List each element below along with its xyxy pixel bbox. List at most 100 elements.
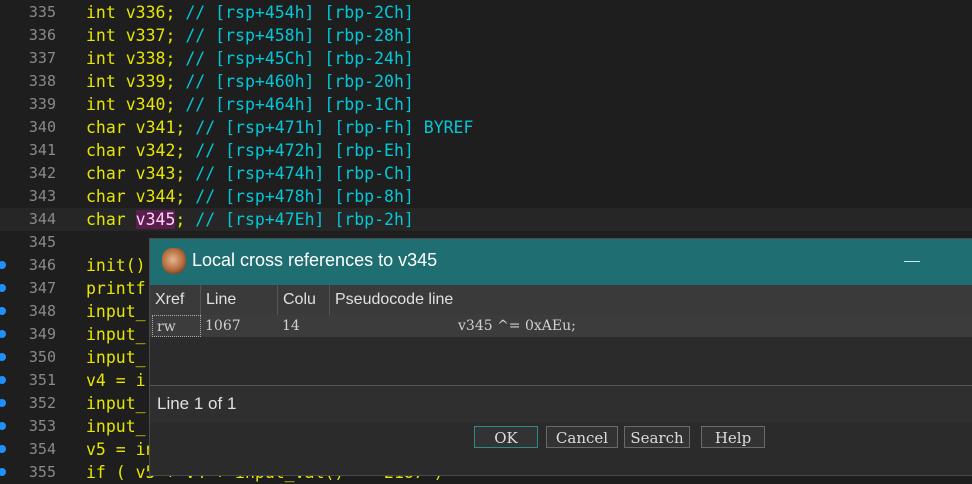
cell-xref: rw [152,315,201,337]
status-text: Line 1 of 1 [157,394,237,413]
code-text[interactable]: int v337; // [rsp+458h] [rbp-28h] [86,24,414,47]
code-text[interactable]: int v336; // [rsp+454h] [rbp-2Ch] [86,1,414,24]
table-header: Xref Line Colu Pseudocode line [150,285,972,315]
code-text[interactable]: int v339; // [rsp+460h] [rbp-20h] [86,70,414,93]
cell-line: 1067 [205,318,241,334]
code-comment: // [rsp+454h] [rbp-2Ch] [185,3,414,22]
code-text[interactable]: input_ [86,415,146,438]
code-line[interactable]: 341 char v342; // [rsp+472h] [rbp-Eh] [0,139,972,162]
cell-column: 14 [282,318,300,334]
minimize-icon[interactable] [904,261,920,262]
code-statement: int v339; [86,72,186,91]
code-statement: input_ [86,325,146,344]
code-statement: init() [86,256,146,275]
line-number: 351 [28,371,56,389]
code-text[interactable]: char v341; // [rsp+471h] [rbp-Fh] BYREF [86,116,473,139]
code-line[interactable]: 340 char v341; // [rsp+471h] [rbp-Fh] BYR… [0,116,972,139]
line-number: 337 [28,49,56,67]
code-line[interactable]: 343 char v344; // [rsp+478h] [rbp-8h] [0,185,972,208]
code-text[interactable]: v4 = i [86,369,146,392]
code-comment: // [rsp+464h] [rbp-1Ch] [185,95,414,114]
code-comment: // [rsp+458h] [rbp-28h] [185,26,414,45]
line-number: 339 [28,95,56,113]
code-text[interactable]: char v342; // [rsp+472h] [rbp-Eh] [86,139,414,162]
column-header-pseudocode[interactable]: Pseudocode line [330,285,972,315]
ida-app-icon [162,248,186,274]
column-header-line[interactable]: Line [201,285,278,315]
code-statement: int v336; [86,3,186,22]
code-line[interactable]: 338 int v339; // [rsp+460h] [rbp-20h] [0,70,972,93]
button-bar: OK Cancel Search Help [150,423,972,475]
code-text[interactable]: char v345; // [rsp+47Eh] [rbp-2h] [86,208,414,231]
line-number: 338 [28,72,56,90]
status-bar: Line 1 of 1 [150,385,972,424]
code-statement: int v338; [86,49,186,68]
code-line[interactable]: 339 int v340; // [rsp+464h] [rbp-1Ch] [0,93,972,116]
code-line[interactable]: 342 char v343; // [rsp+474h] [rbp-Ch] [0,162,972,185]
code-statement: printf [86,279,146,298]
line-number: 336 [28,26,56,44]
dialog-title: Local cross references to v345 [192,250,438,270]
code-text[interactable]: char v343; // [rsp+474h] [rbp-Ch] [86,162,414,185]
line-number: 345 [28,233,56,251]
highlighted-variable[interactable]: v345 [135,210,176,229]
code-line[interactable]: 337 int v338; // [rsp+45Ch] [rbp-24h] [0,47,972,70]
code-statement: int v340; [86,95,186,114]
dialog-titlebar[interactable]: Local cross references to v345 [150,239,972,285]
code-statement: char [86,210,136,229]
code-comment: // [rsp+478h] [rbp-8h] [195,187,414,206]
code-statement: input_ [86,348,146,367]
cancel-button[interactable]: Cancel [546,426,618,448]
line-number: 353 [28,417,56,435]
code-comment: // [rsp+474h] [rbp-Ch] [195,164,414,183]
code-comment: // [rsp+460h] [rbp-20h] [185,72,414,91]
line-number: 335 [28,3,56,21]
code-text[interactable]: int v340; // [rsp+464h] [rbp-1Ch] [86,93,414,116]
line-number: 346 [28,256,56,274]
column-header-column[interactable]: Colu [278,285,330,315]
xref-dialog: Local cross references to v345 Xref Line… [149,238,972,476]
code-comment: // [rsp+45Ch] [rbp-24h] [185,49,414,68]
code-statement: input_ [86,302,146,321]
line-number: 347 [28,279,56,297]
search-button[interactable]: Search [624,426,690,448]
column-header-xref[interactable]: Xref [150,285,201,315]
code-statement: char v343; [86,164,196,183]
code-statement: char v342; [86,141,196,160]
code-statement-end: ; [175,210,196,229]
line-number: 348 [28,302,56,320]
line-number: 342 [28,164,56,182]
line-number: 350 [28,348,56,366]
line-number: 343 [28,187,56,205]
line-number: 354 [28,440,56,458]
code-statement: input_ [86,394,146,413]
code-text[interactable]: char v344; // [rsp+478h] [rbp-8h] [86,185,414,208]
code-line[interactable]: 344 char v345; // [rsp+47Eh] [rbp-2h] [0,208,972,231]
code-text[interactable]: input_ [86,323,146,346]
code-statement: char v344; [86,187,196,206]
code-text[interactable]: printf [86,277,146,300]
line-number: 355 [28,463,56,481]
code-text[interactable]: input_ [86,392,146,415]
code-statement: char v341; [86,118,196,137]
xref-table[interactable]: Xref Line Colu Pseudocode line rw 1067 1… [150,285,972,385]
code-statement: int v337; [86,26,186,45]
code-statement: v4 = i [86,371,146,390]
code-statement: input_ [86,417,146,436]
line-number: 344 [28,210,56,228]
table-row[interactable]: rw 1067 14 v345 ^= 0xAEu; [150,315,972,337]
code-text[interactable]: int v338; // [rsp+45Ch] [rbp-24h] [86,47,414,70]
code-line[interactable]: 336 int v337; // [rsp+458h] [rbp-28h] [0,24,972,47]
line-number: 349 [28,325,56,343]
ok-button[interactable]: OK [474,426,538,448]
code-text[interactable]: init() [86,254,146,277]
code-text[interactable]: input_ [86,300,146,323]
line-number: 341 [28,141,56,159]
code-comment: // [rsp+471h] [rbp-Fh] BYREF [195,118,474,137]
code-text[interactable]: input_ [86,346,146,369]
cell-pseudocode: v345 ^= 0xAEu; [458,318,576,334]
code-line[interactable]: 335 int v336; // [rsp+454h] [rbp-2Ch] [0,1,972,24]
code-comment: // [rsp+472h] [rbp-Eh] [195,141,414,160]
code-comment: // [rsp+47Eh] [rbp-2h] [195,210,414,229]
help-button[interactable]: Help [701,426,765,448]
